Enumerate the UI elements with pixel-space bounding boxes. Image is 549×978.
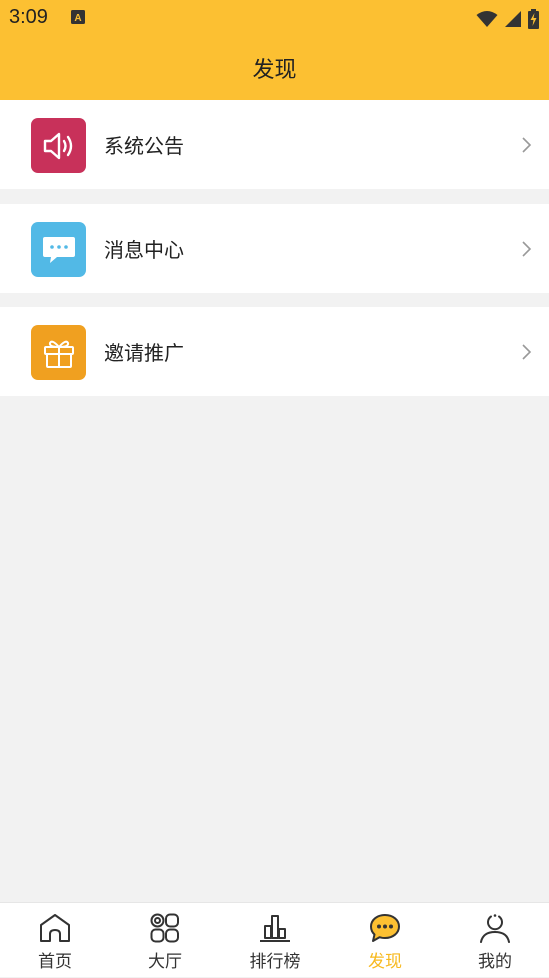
- tab-hall[interactable]: 大厅: [110, 903, 220, 978]
- status-bar: 3:09 A: [0, 0, 549, 38]
- tab-label: 大厅: [148, 952, 182, 972]
- chevron-right-icon: [522, 137, 532, 153]
- gift-icon: [31, 325, 86, 380]
- page-title: 发现: [252, 58, 297, 83]
- tab-label: 排行榜: [249, 952, 301, 972]
- list-item-label: 邀请推广: [104, 341, 184, 365]
- chevron-right-icon: [522, 241, 532, 257]
- bottom-tab-bar: 首页 大厅 排行榜 发现 我的: [0, 902, 549, 977]
- tab-label: 我的: [478, 952, 512, 972]
- list-item-announcements[interactable]: 系统公告: [0, 100, 549, 189]
- app-bar: 发现: [0, 38, 549, 100]
- a-box-icon: A: [71, 10, 85, 24]
- battery-charging-icon: [528, 9, 539, 29]
- status-icons: [476, 8, 539, 30]
- tab-label: 发现: [368, 952, 402, 972]
- home-icon: [40, 914, 70, 942]
- wifi-icon: [476, 11, 498, 27]
- chat-bubble-icon: [31, 222, 86, 277]
- tab-label: 首页: [38, 952, 72, 972]
- grid-icon: [150, 913, 179, 943]
- svg-text:A: A: [74, 13, 81, 24]
- signal-icon: [505, 11, 521, 27]
- list-item-invite[interactable]: 邀请推广: [0, 307, 549, 396]
- status-time: 3:09: [9, 6, 48, 28]
- discover-chat-icon: [370, 914, 400, 942]
- chevron-right-icon: [522, 344, 532, 360]
- tab-home[interactable]: 首页: [0, 903, 110, 978]
- profile-icon: [480, 914, 510, 943]
- list-item-messages[interactable]: 消息中心: [0, 204, 549, 293]
- list-item-label: 消息中心: [104, 238, 184, 262]
- tab-ranking[interactable]: 排行榜: [220, 903, 330, 978]
- ranking-icon: [260, 915, 290, 942]
- speaker-icon: [31, 118, 86, 173]
- tab-profile[interactable]: 我的: [440, 903, 549, 978]
- list-item-label: 系统公告: [104, 134, 184, 158]
- tab-discover[interactable]: 发现: [330, 903, 440, 978]
